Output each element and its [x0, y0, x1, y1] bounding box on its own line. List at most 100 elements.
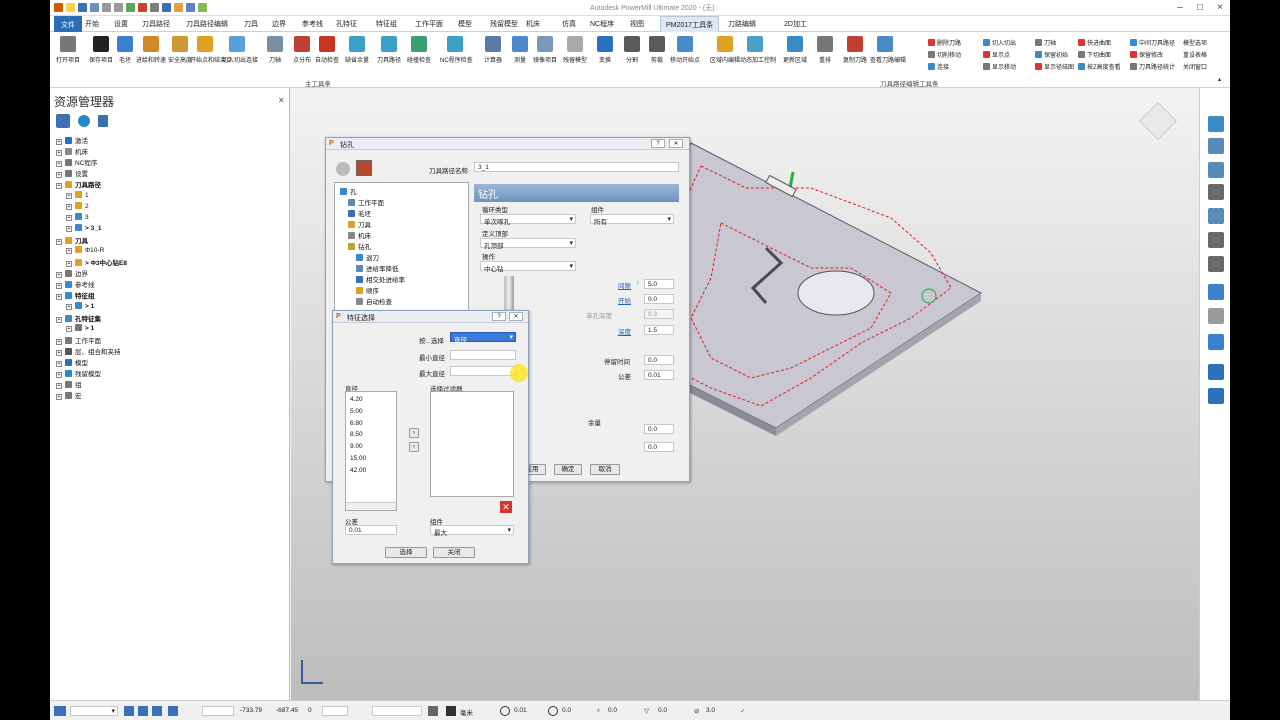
view-tool-icon[interactable]: [1208, 388, 1224, 404]
undo-icon[interactable]: [102, 3, 111, 12]
ribbon-button-13[interactable]: NC程序检查: [440, 36, 473, 64]
ribbon-button-26[interactable]: 复制刀路: [840, 36, 870, 64]
select-by-dropdown[interactable]: 直径: [450, 332, 516, 344]
ribbon-button-18[interactable]: 变换: [590, 36, 620, 64]
tab-12[interactable]: 残留模型: [490, 19, 518, 29]
expand-icon[interactable]: +: [56, 139, 62, 145]
view-tool-icon[interactable]: [1208, 162, 1224, 178]
ribbon-button-25[interactable]: 重排: [810, 36, 840, 64]
drill-tree-item[interactable]: 自动检查: [356, 296, 392, 306]
tree-item[interactable]: + 特征组: [56, 290, 95, 301]
define-top-select[interactable]: 孔顶部: [480, 238, 576, 250]
max-diameter-input[interactable]: [450, 366, 516, 376]
open-icon[interactable]: [66, 3, 75, 12]
expand-icon[interactable]: +: [56, 338, 62, 345]
minimize-icon[interactable]: –: [1170, 2, 1190, 13]
toolpath-name-input[interactable]: 3_1: [474, 162, 679, 172]
snap-icon[interactable]: [138, 706, 148, 716]
tolerance-input[interactable]: 0.01: [644, 370, 674, 380]
help-icon[interactable]: ?: [651, 139, 665, 148]
view-tool-icon[interactable]: [1208, 116, 1224, 132]
tab-0[interactable]: 文件: [54, 16, 82, 32]
ribbon-small-7[interactable]: 保留初始: [1035, 50, 1068, 59]
tree-item[interactable]: + 孔特征集: [56, 313, 101, 323]
expand-icon[interactable]: +: [66, 192, 72, 199]
expand-icon[interactable]: +: [56, 316, 62, 323]
ortho-icon[interactable]: [168, 706, 178, 716]
ribbon-button-14[interactable]: 计算器: [478, 36, 508, 64]
check-icon[interactable]: ✓: [740, 707, 745, 715]
tool-icon[interactable]: [174, 3, 183, 12]
command-input[interactable]: [372, 706, 422, 716]
tab-16[interactable]: 视图: [630, 19, 644, 29]
trash-icon[interactable]: [98, 115, 108, 127]
ribbon-button-23[interactable]: 动态加工控制: [740, 36, 776, 64]
tree-item[interactable]: + 激活: [56, 135, 88, 145]
ribbon-small-10[interactable]: 连接: [928, 62, 949, 71]
drill-tree-item[interactable]: 钻孔: [348, 241, 371, 251]
ribbon-small-8[interactable]: 下切曲面: [1078, 50, 1111, 59]
expand-icon[interactable]: +: [66, 214, 72, 221]
tree-item[interactable]: +1: [66, 190, 89, 199]
diameter-list-item[interactable]: 5.00: [350, 408, 363, 415]
allowance-input-2[interactable]: 0.0: [644, 442, 674, 452]
print-icon[interactable]: [90, 3, 99, 12]
ribbon-right-2[interactable]: 关闭窗口: [1183, 62, 1207, 71]
ribbon-button-5[interactable]: 开始点和结束点: [190, 36, 232, 64]
coord-input[interactable]: [202, 706, 234, 716]
tab-14[interactable]: 仿真: [562, 19, 576, 29]
diameter-list[interactable]: 4.20 5.00 6.80 8.50 9.00 15.00 42.00: [345, 391, 397, 511]
expand-icon[interactable]: +: [66, 303, 72, 310]
drill-tree-item[interactable]: 刀具: [348, 219, 371, 229]
start-input[interactable]: 0.0: [644, 294, 674, 304]
tree-item[interactable]: + 工作平面: [56, 335, 101, 345]
tree-item[interactable]: + NC程序: [56, 157, 97, 168]
expand-icon[interactable]: +: [56, 272, 62, 279]
ribbon-small-6[interactable]: 显示点: [983, 50, 1010, 59]
component-select[interactable]: 最大: [430, 525, 514, 537]
collapse-ribbon-icon[interactable]: ▴: [1218, 76, 1221, 83]
ribbon-small-14[interactable]: 刀具路径统计: [1130, 62, 1175, 71]
ribbon-button-7[interactable]: 刀轴: [260, 36, 290, 64]
ribbon-small-4[interactable]: 中间刀具路径: [1130, 38, 1175, 47]
dwell-input[interactable]: 0.0: [644, 355, 674, 365]
redo-icon[interactable]: [114, 3, 123, 12]
tree-item[interactable]: + > 3_1: [66, 223, 101, 232]
view-icon[interactable]: [152, 706, 162, 716]
drill-tree-item[interactable]: 相交处进给率: [356, 274, 405, 284]
tree-item[interactable]: + 机床: [56, 146, 88, 157]
save-icon[interactable]: [78, 3, 87, 12]
tab-1[interactable]: 开始: [85, 19, 99, 29]
drill-tree-item[interactable]: 孔: [340, 186, 357, 196]
ribbon-button-11[interactable]: 刀具路径: [374, 36, 404, 64]
expand-icon[interactable]: +: [66, 261, 72, 268]
ribbon-right-1[interactable]: 重设表格: [1183, 50, 1207, 59]
expand-icon[interactable]: +: [56, 150, 62, 157]
start-label[interactable]: 开始: [618, 295, 631, 305]
tab-3[interactable]: 刀具路径: [142, 19, 170, 29]
expand-icon[interactable]: +: [66, 225, 72, 232]
expand-icon[interactable]: +: [56, 283, 62, 290]
ribbon-button-16[interactable]: 镜像项目: [530, 36, 560, 64]
expand-icon[interactable]: +: [56, 294, 62, 301]
horizontal-scrollbar[interactable]: [346, 502, 396, 510]
tab-15[interactable]: NC程序: [590, 19, 614, 29]
ribbon-small-12[interactable]: 显示径结图: [1035, 62, 1074, 71]
diameter-list-item[interactable]: 42.00: [350, 467, 366, 474]
tab-4[interactable]: 刀具路径编辑: [186, 19, 228, 29]
view-tool-icon[interactable]: [1208, 138, 1224, 154]
drill-tree-item[interactable]: 工作平面: [348, 197, 384, 207]
ribbon-small-1[interactable]: 切入切出: [983, 38, 1016, 47]
tree-item[interactable]: + 设置: [56, 168, 88, 179]
ribbon-small-9[interactable]: 保留修改: [1130, 50, 1163, 59]
stop-icon[interactable]: [138, 3, 147, 12]
tree-item[interactable]: + 宏: [56, 390, 82, 401]
tree-item[interactable]: + 刀具路径: [56, 179, 101, 190]
ribbon-small-13[interactable]: 按Z高度查看: [1078, 62, 1121, 71]
view-tool-icon[interactable]: [1208, 208, 1224, 224]
tree-item[interactable]: + 组: [56, 379, 82, 390]
calc-icon[interactable]: [126, 3, 135, 12]
tree-item[interactable]: + 刀具: [56, 235, 88, 245]
tree-item[interactable]: + 参考线: [56, 279, 95, 290]
feature-tolerance-input[interactable]: 0.01: [345, 525, 397, 535]
